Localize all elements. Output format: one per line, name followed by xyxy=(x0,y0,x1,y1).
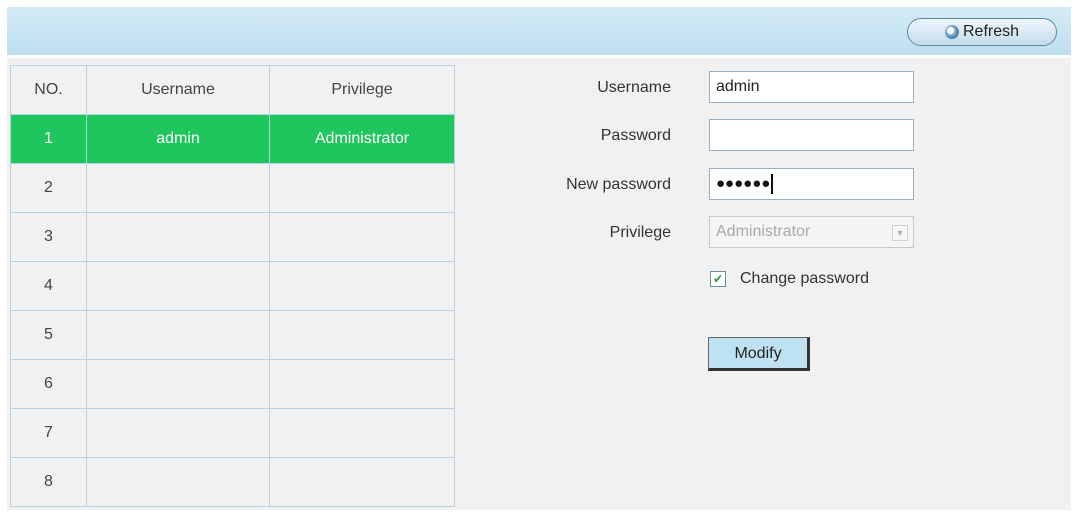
table-row[interactable]: 4 xyxy=(10,261,455,311)
row-privilege xyxy=(269,310,455,360)
row-username xyxy=(86,212,270,262)
row-no: 7 xyxy=(10,408,87,458)
table-row[interactable]: 1 admin Administrator xyxy=(10,114,455,164)
user-accounts-panel: Refresh NO. Username Privilege 1 admin A… xyxy=(7,7,1071,510)
row-username xyxy=(86,359,270,409)
row-username xyxy=(86,457,270,507)
chevron-down-icon: ▼ xyxy=(892,225,908,241)
new-password-field[interactable]: ●●●●●● xyxy=(709,168,914,200)
change-password-label: Change password xyxy=(740,270,869,287)
refresh-label: Refresh xyxy=(962,23,1020,40)
row-no: 5 xyxy=(10,310,87,360)
modify-button[interactable]: Modify xyxy=(708,337,810,371)
new-password-label: New password xyxy=(566,176,671,193)
checkmark-icon: ✔ xyxy=(712,272,724,286)
row-username: admin xyxy=(86,114,270,164)
privilege-select-value: Administrator xyxy=(716,223,811,240)
row-privilege xyxy=(269,359,455,409)
text-caret xyxy=(771,173,774,194)
privilege-label: Privilege xyxy=(609,224,671,241)
row-username xyxy=(86,261,270,311)
table-row[interactable]: 3 xyxy=(10,212,455,262)
row-no: 8 xyxy=(10,457,87,507)
table-row[interactable]: 8 xyxy=(10,457,455,507)
username-field[interactable]: admin xyxy=(709,71,914,103)
username-label: Username xyxy=(597,79,671,96)
row-privilege: Administrator xyxy=(269,114,455,164)
row-privilege xyxy=(269,457,455,507)
refresh-icon xyxy=(944,25,959,39)
header-username: Username xyxy=(86,65,270,115)
row-privilege xyxy=(269,261,455,311)
table-row[interactable]: 2 xyxy=(10,163,455,213)
row-privilege xyxy=(269,212,455,262)
header-privilege: Privilege xyxy=(269,65,455,115)
row-username xyxy=(86,163,270,213)
row-no: 2 xyxy=(10,163,87,213)
header-no: NO. xyxy=(10,65,87,115)
toolbar: Refresh xyxy=(7,7,1071,58)
row-no: 6 xyxy=(10,359,87,409)
table-row[interactable]: 6 xyxy=(10,359,455,409)
row-privilege xyxy=(269,408,455,458)
privilege-select[interactable]: Administrator ▼ xyxy=(709,216,914,248)
table-row[interactable]: 7 xyxy=(10,408,455,458)
row-no: 3 xyxy=(10,212,87,262)
row-no: 4 xyxy=(10,261,87,311)
row-no: 1 xyxy=(10,114,87,164)
row-privilege xyxy=(269,163,455,213)
password-field[interactable] xyxy=(709,119,914,151)
change-password-checkbox[interactable]: ✔ xyxy=(710,271,726,287)
password-label: Password xyxy=(600,127,671,144)
new-password-dots: ●●●●●● xyxy=(716,175,771,192)
row-username xyxy=(86,310,270,360)
refresh-button[interactable]: Refresh xyxy=(907,18,1057,46)
user-table: NO. Username Privilege 1 admin Administr… xyxy=(10,65,455,507)
table-row[interactable]: 5 xyxy=(10,310,455,360)
table-header-row: NO. Username Privilege xyxy=(10,65,455,115)
row-username xyxy=(86,408,270,458)
